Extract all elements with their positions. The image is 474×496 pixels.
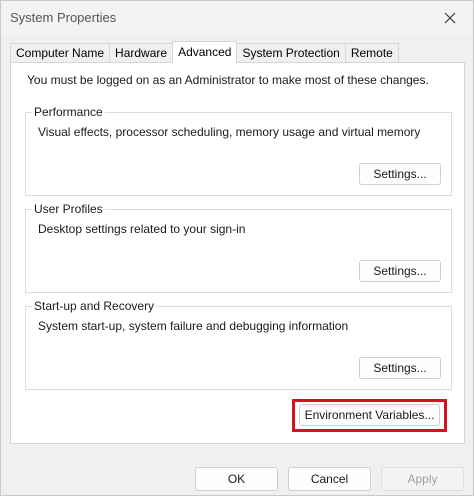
environment-variables-button[interactable]: Environment Variables... xyxy=(299,404,440,426)
performance-group: Performance Visual effects, processor sc… xyxy=(25,105,452,196)
tab-strip: Computer Name Hardware Advanced System P… xyxy=(10,41,399,63)
user-profiles-settings-button[interactable]: Settings... xyxy=(359,260,441,282)
user-profiles-description: Desktop settings related to your sign-in xyxy=(38,222,246,236)
startup-recovery-group-title: Start-up and Recovery xyxy=(32,299,157,313)
advanced-tab-panel: You must be logged on as an Administrato… xyxy=(10,62,465,444)
tab-advanced[interactable]: Advanced xyxy=(172,41,238,63)
apply-button[interactable]: Apply xyxy=(381,467,464,491)
admin-note: You must be logged on as an Administrato… xyxy=(27,73,429,87)
window-title: System Properties xyxy=(10,10,117,25)
performance-settings-button[interactable]: Settings... xyxy=(359,163,441,185)
performance-group-title: Performance xyxy=(32,105,105,119)
tab-remote[interactable]: Remote xyxy=(344,43,399,62)
close-button[interactable] xyxy=(427,1,473,35)
startup-recovery-description: System start-up, system failure and debu… xyxy=(38,319,349,333)
startup-recovery-settings-button[interactable]: Settings... xyxy=(359,357,441,379)
performance-description: Visual effects, processor scheduling, me… xyxy=(38,125,421,139)
tab-hardware[interactable]: Hardware xyxy=(109,43,174,62)
user-profiles-group: User Profiles Desktop settings related t… xyxy=(25,202,452,293)
system-properties-window: System Properties Computer Name Hardware… xyxy=(0,0,474,496)
ok-button[interactable]: OK xyxy=(195,467,278,491)
close-icon xyxy=(444,12,456,24)
user-profiles-group-title: User Profiles xyxy=(32,202,105,216)
tab-system-protection[interactable]: System Protection xyxy=(236,43,346,62)
title-bar[interactable]: System Properties xyxy=(1,1,473,35)
startup-recovery-group: Start-up and Recovery System start-up, s… xyxy=(25,299,452,390)
tab-computer-name[interactable]: Computer Name xyxy=(10,43,111,62)
cancel-button[interactable]: Cancel xyxy=(288,467,371,491)
